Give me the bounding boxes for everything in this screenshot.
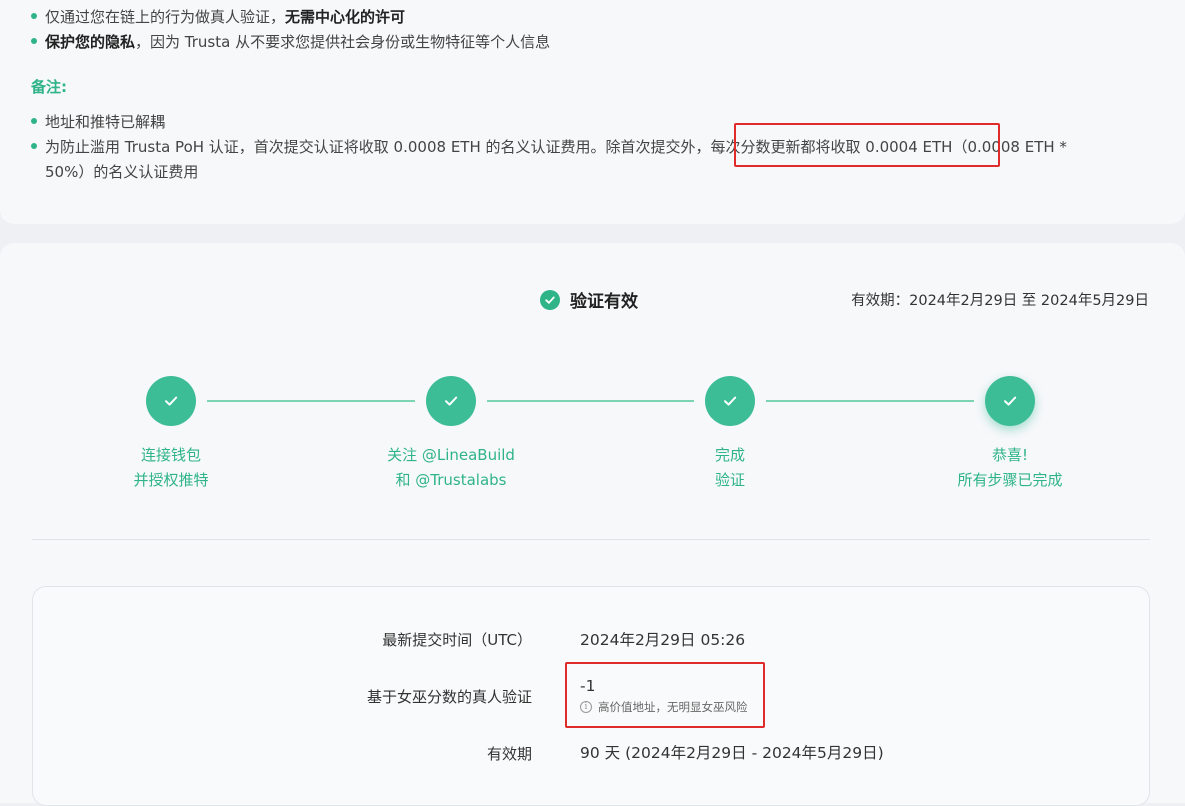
bullet-dot <box>31 117 37 124</box>
benefit-item-verification: 仅通过您在链上的行为做真人验证，无需中心化的许可 <box>31 6 405 27</box>
step-2-label: 关注 @LineaBuild 和 @Trustalabs <box>387 446 515 489</box>
step-3-label: 完成 验证 <box>714 446 745 489</box>
score-highlight-box <box>565 662 765 728</box>
benefit-item-privacy: 保护您的隐私，因为 Trusta 从不要求您提供社会身份或生物特征等个人信息 <box>31 31 550 52</box>
step-connector <box>766 400 974 402</box>
bullet-dot <box>31 37 37 44</box>
note-item-decoupled: 地址和推特已解耦 <box>31 111 165 132</box>
step-1-check-icon <box>146 376 196 426</box>
bullet-dot <box>31 142 37 149</box>
step-3-check-icon <box>705 376 755 426</box>
section-divider <box>32 539 1150 540</box>
notes-title: 备注: <box>31 78 67 96</box>
validity-value: 90 天 (2024年2月29日 - 2024年5月29日) <box>580 744 884 762</box>
step-2-check-icon <box>426 376 476 426</box>
note-item-fee-continued: 50%）的名义认证费用 <box>45 163 199 181</box>
score-label: 基于女巫分数的真人验证 <box>366 688 532 706</box>
verification-status: 验证有效 <box>540 287 638 312</box>
check-circle-icon <box>540 289 560 310</box>
step-connector <box>487 400 694 402</box>
fee-highlight-box <box>734 123 1000 167</box>
step-4-label: 恭喜! 所有步骤已完成 <box>957 446 1063 489</box>
validity-label: 有效期 <box>486 745 532 763</box>
validity-period: 有效期：2024年2月29日 至 2024年5月29日 <box>851 293 1149 309</box>
bullet-dot <box>31 12 37 19</box>
step-connector <box>207 400 415 402</box>
submit-time-value: 2024年2月29日 05:26 <box>580 631 746 649</box>
step-1-label: 连接钱包 并授权推特 <box>133 446 209 489</box>
submit-time-label: 最新提交时间（UTC） <box>382 631 532 649</box>
step-4-check-icon <box>985 376 1035 426</box>
